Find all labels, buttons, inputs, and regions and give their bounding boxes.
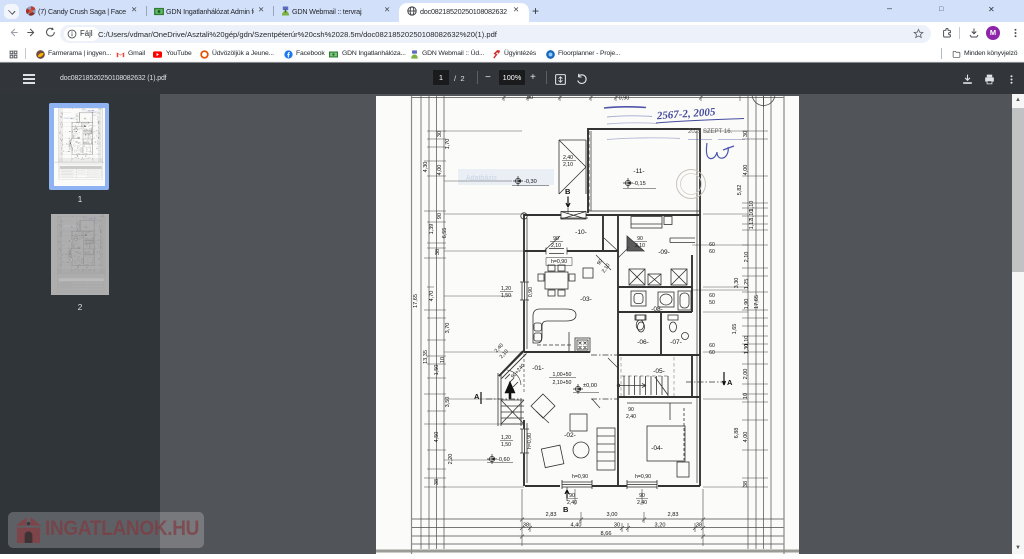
svg-text:4,50: 4,50 — [434, 432, 440, 443]
svg-text:90: 90 — [637, 236, 643, 242]
svg-text:30: 30 — [614, 523, 620, 529]
svg-text:-04-: -04- — [651, 445, 663, 452]
svg-text:-0,15: -0,15 — [633, 181, 646, 187]
svg-text:38: 38 — [743, 481, 749, 487]
svg-text:90: 90 — [527, 96, 533, 101]
svg-text:4,00: 4,00 — [743, 432, 749, 443]
svg-text:90: 90 — [437, 213, 443, 219]
svg-text:1,20: 1,20 — [501, 286, 511, 292]
svg-text:30: 30 — [743, 131, 749, 137]
svg-text:60: 60 — [709, 350, 715, 356]
svg-text:B: B — [563, 505, 569, 514]
svg-text:6,55: 6,55 — [442, 228, 448, 239]
svg-text:2,83: 2,83 — [546, 512, 557, 518]
svg-text:2,40: 2,40 — [637, 500, 647, 506]
svg-text:-07-: -07- — [670, 339, 682, 346]
svg-text:4,40: 4,40 — [571, 523, 582, 529]
svg-text:-0,60: -0,60 — [497, 457, 510, 463]
svg-text:-03-: -03- — [580, 296, 592, 303]
svg-text:2,20: 2,20 — [448, 454, 454, 465]
svg-text:2,10+50: 2,10+50 — [553, 380, 572, 386]
svg-text:2,40: 2,40 — [567, 500, 577, 506]
svg-text:6,88: 6,88 — [734, 428, 740, 439]
svg-text:-05-: -05- — [653, 368, 665, 375]
svg-text:3,70: 3,70 — [445, 323, 451, 334]
svg-text:1,50: 1,50 — [501, 293, 511, 299]
svg-text:8,66: 8,66 — [601, 531, 612, 537]
svg-text:1,20: 1,20 — [501, 435, 511, 441]
svg-text:50: 50 — [709, 300, 715, 306]
svg-text:2025 SZEPT 16.: 2025 SZEPT 16. — [688, 129, 733, 135]
svg-text:60: 60 — [709, 293, 715, 299]
svg-text:17,65: 17,65 — [754, 295, 760, 309]
svg-text:2,10: 2,10 — [744, 252, 750, 263]
svg-text:60: 60 — [709, 343, 715, 349]
svg-text:-0,30: -0,30 — [524, 179, 537, 185]
svg-text:A: A — [727, 378, 733, 387]
svg-text:-01-: -01- — [532, 365, 544, 372]
svg-text:38: 38 — [434, 479, 440, 485]
svg-text:13,35: 13,35 — [423, 350, 429, 364]
svg-text:10: 10 — [440, 357, 446, 363]
svg-text:1,12: 1,12 — [749, 219, 755, 230]
svg-text:1,50: 1,50 — [501, 442, 511, 448]
svg-text:38: 38 — [435, 249, 441, 255]
svg-text:-11-: -11- — [633, 168, 644, 175]
svg-text:±0,00: ±0,00 — [583, 383, 597, 389]
svg-text:1,65: 1,65 — [732, 324, 738, 335]
svg-text:4,70: 4,70 — [429, 291, 435, 302]
svg-text:10: 10 — [743, 393, 749, 399]
svg-text:3,50: 3,50 — [445, 397, 451, 408]
svg-text:-02-: -02- — [564, 432, 576, 439]
svg-text:90: 90 — [569, 493, 575, 499]
svg-text:2,00: 2,00 — [743, 369, 749, 380]
svg-text:90: 90 — [553, 236, 559, 242]
svg-text:-09-: -09- — [658, 249, 670, 256]
svg-text:1,39: 1,39 — [429, 224, 435, 235]
svg-text:2,10: 2,10 — [563, 162, 573, 168]
svg-text:B: B — [565, 187, 571, 196]
svg-text:90: 90 — [628, 407, 634, 413]
svg-text:2,10: 2,10 — [635, 243, 645, 249]
svg-text:2,10: 2,10 — [551, 243, 561, 249]
svg-text:h=0,90: h=0,90 — [527, 433, 533, 449]
svg-text:60: 60 — [709, 242, 715, 248]
svg-text:1,00+50: 1,00+50 — [553, 372, 572, 378]
svg-text:h=0,90: h=0,90 — [551, 259, 567, 265]
svg-text:3,00: 3,00 — [607, 512, 618, 518]
svg-text:3,20: 3,20 — [655, 523, 666, 529]
svg-text:2,40: 2,40 — [626, 414, 636, 420]
svg-text:-06-: -06- — [637, 339, 649, 346]
svg-text:90: 90 — [596, 258, 604, 266]
svg-text:A: A — [474, 392, 480, 401]
svg-text:38: 38 — [523, 523, 529, 529]
svg-text:0,90: 0,90 — [619, 96, 630, 102]
svg-text:4,00: 4,00 — [437, 165, 443, 176]
svg-text:2,40: 2,40 — [563, 155, 573, 161]
svg-text:1,50: 1,50 — [434, 365, 440, 376]
svg-text:h=0,90: h=0,90 — [572, 474, 588, 480]
svg-text:38: 38 — [696, 523, 702, 529]
svg-text:30: 30 — [437, 131, 443, 137]
svg-text:1,25: 1,25 — [744, 279, 750, 290]
svg-text:1,30: 1,30 — [744, 344, 750, 355]
svg-text:2,83: 2,83 — [668, 512, 679, 518]
svg-text:4,30: 4,30 — [423, 162, 429, 173]
svg-text:0,90: 0,90 — [528, 287, 534, 297]
svg-text:60: 60 — [709, 249, 715, 255]
svg-text:4,00: 4,00 — [743, 165, 749, 176]
svg-text:-08-: -08- — [651, 306, 663, 313]
svg-text:17,65: 17,65 — [413, 294, 419, 308]
svg-text:5,82: 5,82 — [737, 185, 743, 196]
svg-text:1,90: 1,90 — [744, 299, 750, 310]
svg-text:90: 90 — [639, 493, 645, 499]
svg-text:-10-: -10- — [575, 229, 587, 236]
svg-text:h=0,90: h=0,90 — [635, 474, 651, 480]
svg-text:1,70: 1,70 — [445, 139, 451, 150]
